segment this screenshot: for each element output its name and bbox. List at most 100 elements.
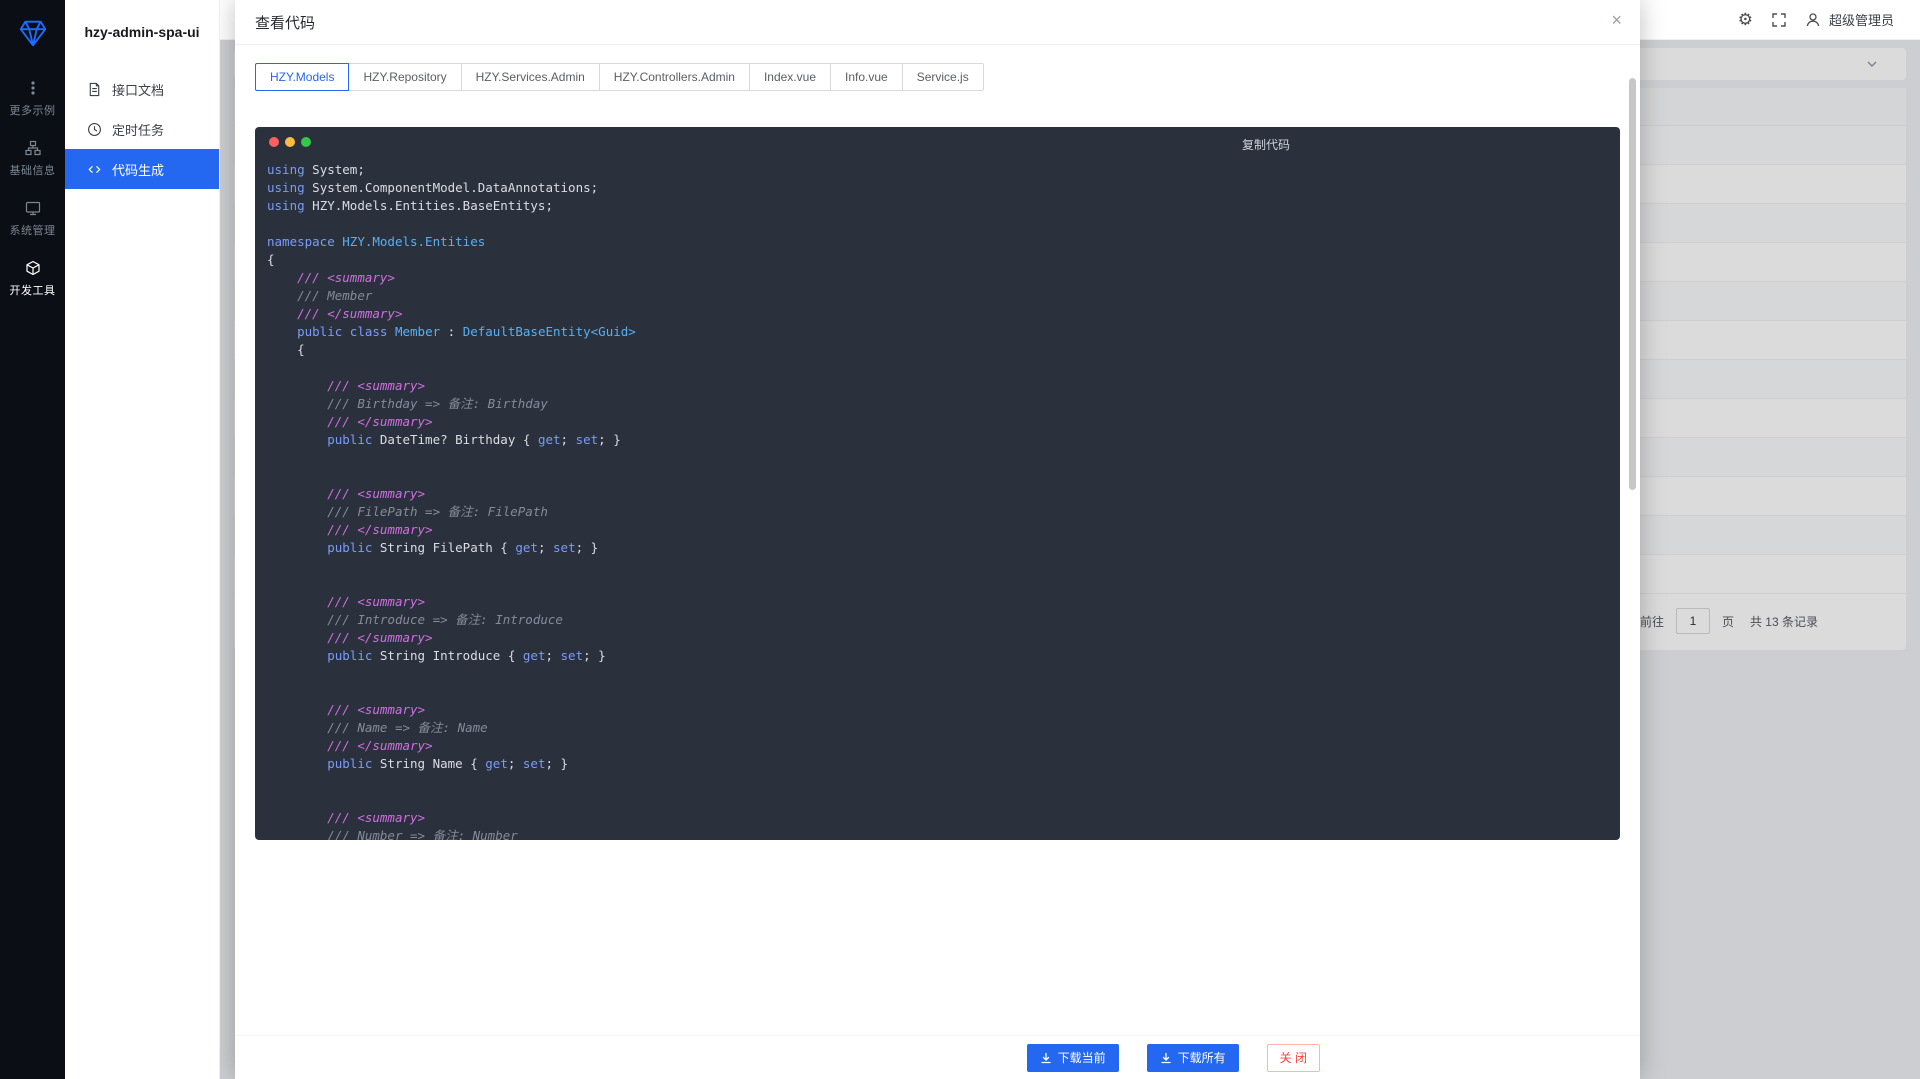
code-line: /// </summary> [267, 521, 1620, 539]
code-line [267, 683, 1620, 701]
download-icon [1160, 1052, 1172, 1064]
monitor-icon [25, 200, 41, 216]
download-icon [1040, 1052, 1052, 1064]
tab-service-js[interactable]: Service.js [902, 63, 984, 91]
tab-info-vue[interactable]: Info.vue [830, 63, 903, 91]
code-line [267, 359, 1620, 377]
modal-body: HZY.ModelsHZY.RepositoryHZY.Services.Adm… [235, 45, 1640, 1035]
window-control-green-icon [301, 137, 311, 147]
rail-menu: 更多示例基础信息系统管理开发工具 [10, 70, 56, 310]
code-line [267, 791, 1620, 809]
code-file-tabs: HZY.ModelsHZY.RepositoryHZY.Services.Adm… [255, 63, 1620, 91]
code-line: /// <summary> [267, 485, 1620, 503]
code-block: using System;using System.ComponentModel… [255, 157, 1620, 840]
code-line: { [267, 341, 1620, 359]
code-line [267, 575, 1620, 593]
rail-item-label: 基础信息 [10, 162, 56, 178]
code-line: public String Introduce { get; set; } [267, 647, 1620, 665]
tab-hzy-models[interactable]: HZY.Models [255, 63, 349, 91]
code-line: /// Birthday => 备注: Birthday [267, 395, 1620, 413]
code-line: /// <summary> [267, 593, 1620, 611]
submenu-item-clock[interactable]: 定时任务 [65, 109, 219, 149]
code-line: /// <summary> [267, 377, 1620, 395]
download-all-button[interactable]: 下载所有 [1147, 1044, 1239, 1072]
code-line [267, 665, 1620, 683]
cluster-icon [25, 140, 41, 156]
code-line [267, 467, 1620, 485]
copy-code-button[interactable]: 复制代码 [1242, 136, 1290, 153]
submenu-item-label: 代码生成 [112, 160, 164, 179]
button-label: 下载当前 [1058, 1049, 1106, 1066]
code-line: /// Number => 备注: Number [267, 827, 1620, 840]
modal-footer: 下载当前 下载所有 关 闭 [235, 1035, 1640, 1079]
app-title: hzy-admin-spa-ui [65, 0, 219, 64]
code-icon [87, 162, 102, 177]
submenu-item-doc[interactable]: 接口文档 [65, 69, 219, 109]
rail-item-label: 系统管理 [10, 222, 56, 238]
code-line: /// </summary> [267, 305, 1620, 323]
rail-item-label: 更多示例 [10, 102, 56, 118]
app-logo[interactable] [14, 14, 52, 52]
code-line: /// <summary> [267, 701, 1620, 719]
code-panel-header: 复制代码 [255, 127, 1620, 157]
close-icon[interactable]: × [1611, 11, 1622, 29]
close-button[interactable]: 关 闭 [1267, 1044, 1320, 1072]
cube-icon [25, 260, 41, 276]
code-line [267, 773, 1620, 791]
modal-header: 查看代码 × [235, 0, 1640, 45]
current-user-name: 超级管理员 [1829, 10, 1894, 29]
code-line: using System.ComponentModel.DataAnnotati… [267, 179, 1620, 197]
submenu: 接口文档定时任务代码生成 [65, 64, 219, 189]
code-line: /// </summary> [267, 413, 1620, 431]
rail-item-more-dots[interactable]: 更多示例 [10, 70, 56, 130]
tab-hzy-repository[interactable]: HZY.Repository [348, 63, 461, 91]
modal-title: 查看代码 [255, 12, 315, 33]
settings-gear-icon[interactable]: ⚙ [1738, 11, 1753, 28]
code-line: namespace HZY.Models.Entities [267, 233, 1620, 251]
code-line: /// <summary> [267, 809, 1620, 827]
secondary-sidebar: hzy-admin-spa-ui 接口文档定时任务代码生成 [65, 0, 220, 1079]
code-line [267, 215, 1620, 233]
tab-hzy-controllers-admin[interactable]: HZY.Controllers.Admin [599, 63, 750, 91]
code-line: public String FilePath { get; set; } [267, 539, 1620, 557]
fullscreen-icon[interactable] [1771, 12, 1787, 28]
code-line: /// </summary> [267, 737, 1620, 755]
primary-sidebar: 更多示例基础信息系统管理开发工具 [0, 0, 65, 1079]
button-label: 关 闭 [1280, 1049, 1307, 1066]
code-line: using HZY.Models.Entities.BaseEntitys; [267, 197, 1620, 215]
rail-item-label: 开发工具 [10, 282, 56, 298]
code-line: public DateTime? Birthday { get; set; } [267, 431, 1620, 449]
code-line: /// Name => 备注: Name [267, 719, 1620, 737]
code-line: public class Member : DefaultBaseEntity<… [267, 323, 1620, 341]
submenu-item-label: 接口文档 [112, 80, 164, 99]
clock-icon [87, 122, 102, 137]
code-line: /// FilePath => 备注: FilePath [267, 503, 1620, 521]
rail-item-monitor[interactable]: 系统管理 [10, 190, 56, 250]
code-line: { [267, 251, 1620, 269]
user-menu[interactable]: 超级管理员 [1805, 10, 1894, 29]
code-line: using System; [267, 161, 1620, 179]
user-icon [1805, 12, 1821, 28]
code-panel: 复制代码 using System;using System.Component… [255, 127, 1620, 840]
code-line: /// <summary> [267, 269, 1620, 287]
tab-index-vue[interactable]: Index.vue [749, 63, 831, 91]
code-line: /// Member [267, 287, 1620, 305]
view-code-modal: 查看代码 × HZY.ModelsHZY.RepositoryHZY.Servi… [235, 0, 1640, 1079]
more-dots-icon [25, 80, 41, 96]
rail-item-cluster[interactable]: 基础信息 [10, 130, 56, 190]
code-line: public String Name { get; set; } [267, 755, 1620, 773]
window-control-red-icon [269, 137, 279, 147]
window-control-yellow-icon [285, 137, 295, 147]
code-line [267, 449, 1620, 467]
submenu-item-code[interactable]: 代码生成 [65, 149, 219, 189]
button-label: 下载所有 [1178, 1049, 1226, 1066]
code-line: /// Introduce => 备注: Introduce [267, 611, 1620, 629]
rail-item-cube[interactable]: 开发工具 [10, 250, 56, 310]
code-line [267, 557, 1620, 575]
scrollbar-thumb[interactable] [1629, 78, 1636, 490]
doc-icon [87, 82, 102, 97]
tab-hzy-services-admin[interactable]: HZY.Services.Admin [461, 63, 600, 91]
code-line: /// </summary> [267, 629, 1620, 647]
download-current-button[interactable]: 下载当前 [1027, 1044, 1119, 1072]
submenu-item-label: 定时任务 [112, 120, 164, 139]
